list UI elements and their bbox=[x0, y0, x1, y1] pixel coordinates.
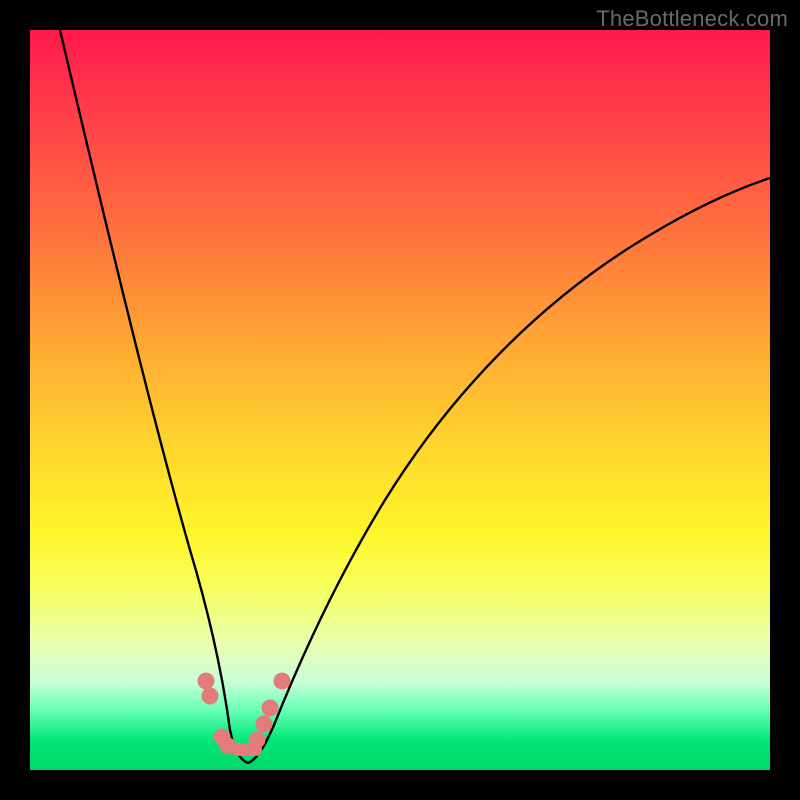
curve-left-branch bbox=[60, 30, 248, 763]
marker-dot bbox=[256, 716, 273, 733]
chart-plot-area bbox=[30, 30, 770, 770]
marker-dot bbox=[262, 700, 279, 717]
watermark-text: TheBottleneck.com bbox=[596, 6, 788, 32]
curve-right-branch bbox=[248, 178, 770, 763]
bottleneck-curve-svg bbox=[30, 30, 770, 770]
marker-dot bbox=[249, 732, 266, 749]
marker-dot bbox=[198, 673, 215, 690]
marker-dot bbox=[274, 673, 291, 690]
marker-cluster bbox=[198, 673, 291, 757]
marker-dot bbox=[202, 688, 219, 705]
